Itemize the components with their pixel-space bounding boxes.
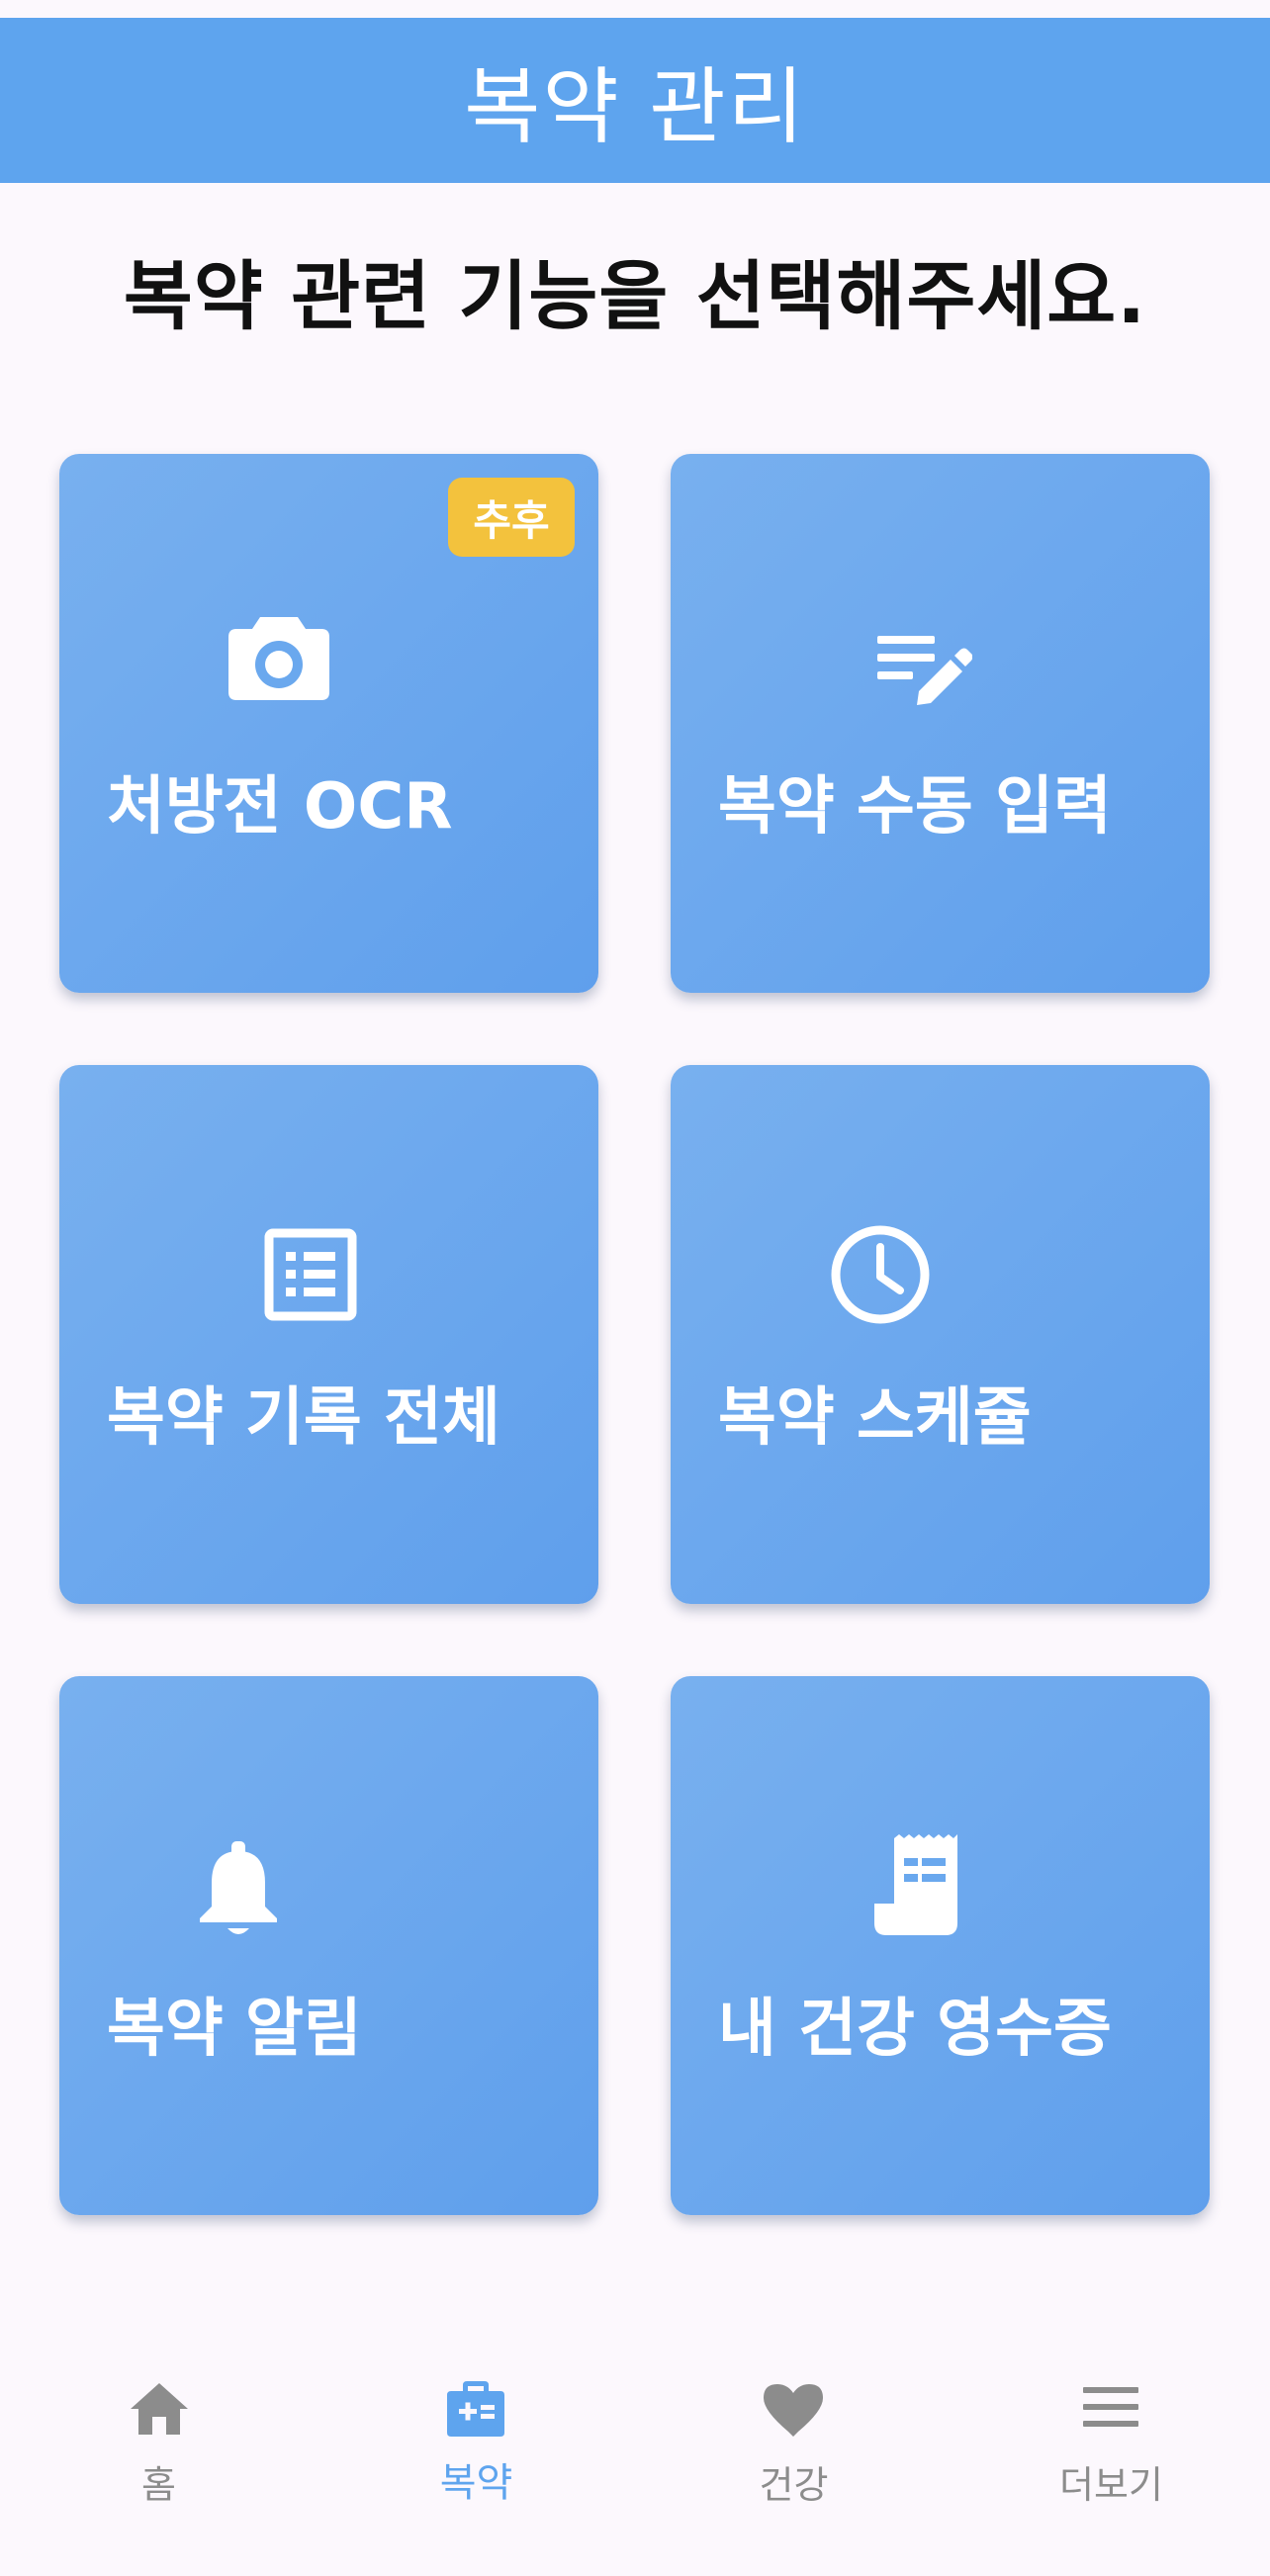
app-bar: 복약 관리 xyxy=(0,18,1270,183)
receipt-icon xyxy=(874,1834,957,1935)
nav-item-more[interactable]: 더보기 xyxy=(952,2352,1270,2576)
menu-icon xyxy=(1083,2387,1138,2427)
heart-icon xyxy=(764,2384,823,2437)
nav-item-health[interactable]: 건강 xyxy=(635,2352,952,2576)
card-history[interactable]: 복약 기록 전체 xyxy=(59,1065,598,1604)
list-icon xyxy=(264,1228,357,1321)
card-label: 복약 알림 xyxy=(107,1993,362,2066)
coming-soon-badge: 추후 xyxy=(448,478,575,557)
card-manual-entry[interactable]: 복약 수동 입력 xyxy=(671,454,1210,993)
card-label: 복약 수동 입력 xyxy=(718,770,1112,844)
card-label: 복약 스케쥴 xyxy=(718,1381,1032,1455)
prompt-text: 복약 관련 기능을 선택해주세요. xyxy=(123,252,1147,340)
card-reminder[interactable]: 복약 알림 xyxy=(59,1676,598,2215)
card-health-receipt[interactable]: 내 건강 영수증 xyxy=(671,1676,1210,2215)
nav-label: 건강 xyxy=(759,2463,829,2507)
nav-item-home[interactable]: 홈 xyxy=(0,2352,318,2576)
clock-icon xyxy=(831,1225,930,1324)
nav-label: 더보기 xyxy=(1059,2463,1163,2507)
edit-note-icon xyxy=(877,636,972,705)
nav-label: 홈 xyxy=(141,2463,176,2507)
medical-kit-icon xyxy=(447,2381,504,2437)
page-title: 복약 관리 xyxy=(464,58,806,155)
camera-icon xyxy=(228,617,329,700)
card-label: 복약 기록 전체 xyxy=(107,1381,500,1455)
card-label: 내 건강 영수증 xyxy=(718,1993,1112,2066)
status-bar xyxy=(0,0,1270,18)
card-label: 처방전 OCR xyxy=(107,770,453,844)
nav-label: 복약 xyxy=(439,2460,513,2506)
bottom-nav: 홈 복약 건강 더보기 xyxy=(0,2352,1270,2576)
home-icon xyxy=(131,2383,188,2435)
card-prescription-ocr[interactable]: 추후 처방전 OCR xyxy=(59,454,598,993)
nav-item-medication[interactable]: 복약 xyxy=(318,2352,635,2576)
card-schedule[interactable]: 복약 스케쥴 xyxy=(671,1065,1210,1604)
bell-icon xyxy=(200,1841,277,1934)
